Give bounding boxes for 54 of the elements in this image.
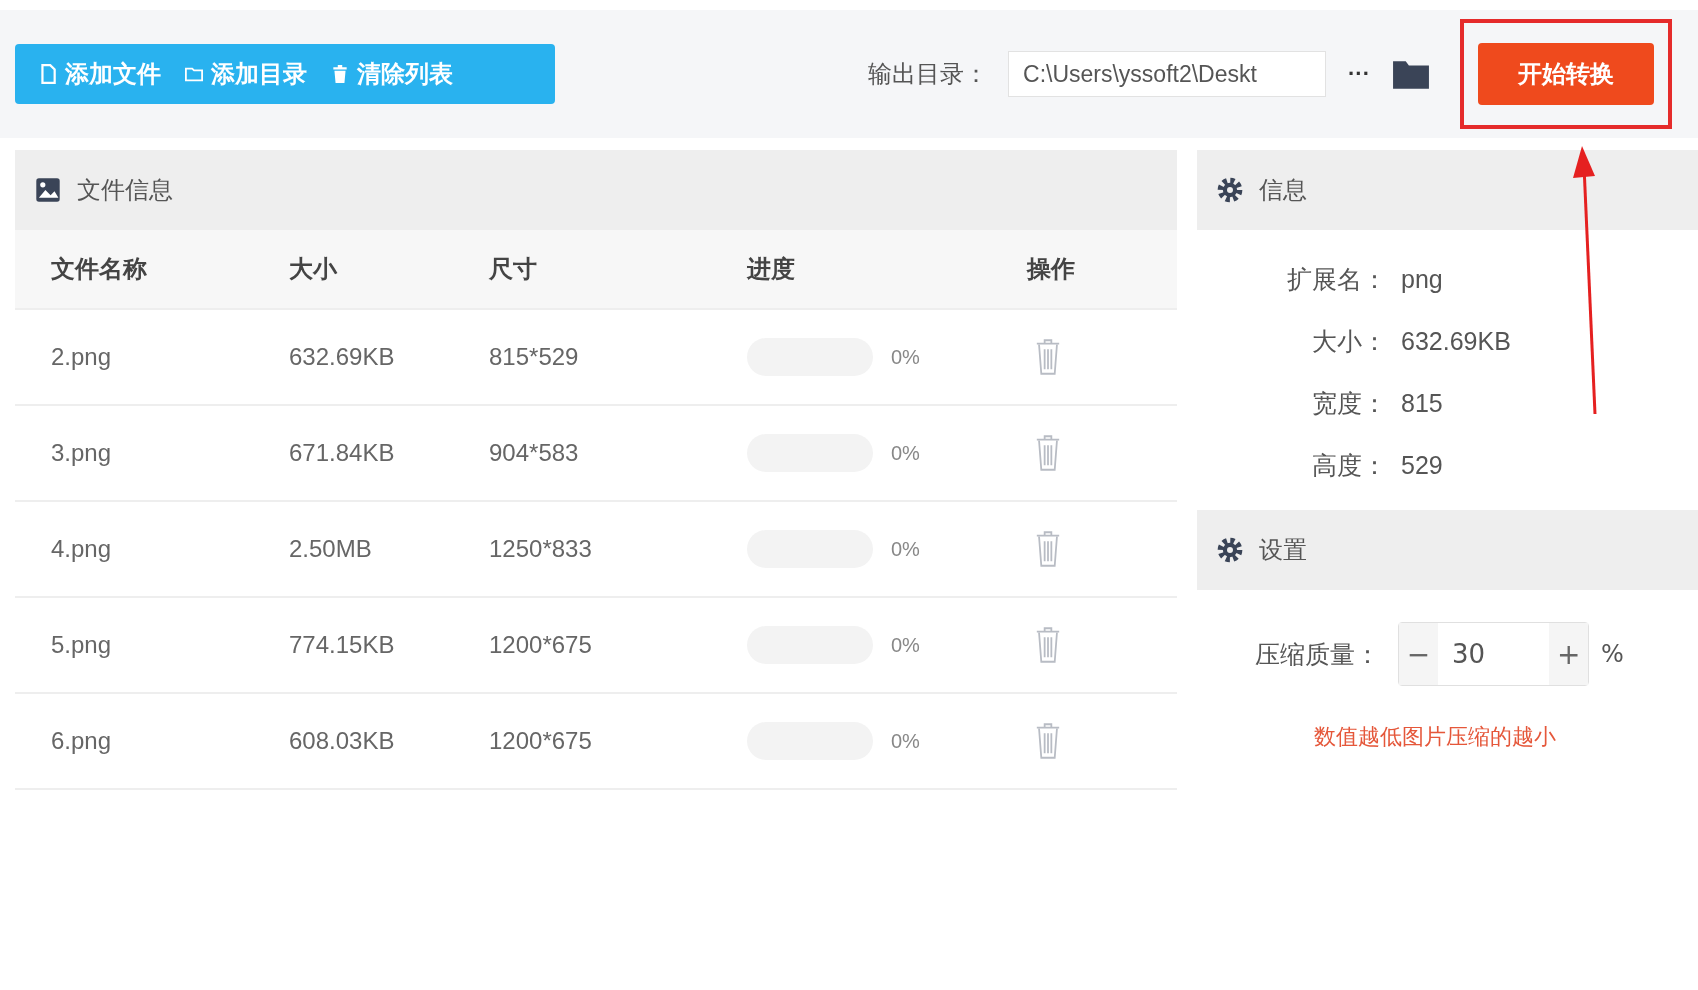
gear-icon [1217,537,1243,563]
hint-text: 数值越低图片压缩的越小 [1314,723,1557,751]
field-value: 815 [1401,388,1443,418]
table-cell-text: 774.15KB [289,631,396,659]
column-header: 文件名称 [51,254,148,285]
table-cell-text: 4.png [51,535,113,563]
table-cell-text: 1200*675 [489,631,593,659]
output-path-field[interactable]: C:\Users\yssoft2\Deskt [1008,51,1326,97]
column-header: 操作 [1027,254,1076,285]
image-icon [35,177,61,203]
panel-title: 文件信息 [77,175,173,206]
trash-icon [331,64,349,84]
table-cell-text: 2.50MB [289,535,373,563]
trash-icon[interactable] [1035,434,1061,472]
field-label: 大小： [1311,325,1387,358]
trash-icon[interactable] [1035,530,1061,568]
panel-title: 信息 [1259,175,1307,206]
table-cell-text: 1200*675 [489,727,593,755]
field-value: 529 [1401,450,1443,480]
table-cell-text: 632.69KB [289,343,396,371]
field-label: 扩展名： [1286,263,1387,296]
field-value: png [1401,264,1443,294]
field-label: 高度： [1311,449,1387,482]
output-label: 输出目录： [868,59,988,90]
unit-label: % [1601,640,1624,668]
table-cell-text: 3.png [51,439,113,467]
table-cell-text: 815*529 [489,343,580,371]
progress-text: 0% [891,729,920,753]
progress-text: 0% [891,345,920,369]
quality-label: 压缩质量： [1255,638,1380,671]
gear-icon [1217,177,1243,203]
progress-text: 0% [891,441,920,465]
trash-icon[interactable] [1035,722,1061,760]
column-header: 尺寸 [489,254,538,285]
more-button[interactable]: ··· [1342,60,1376,88]
start-button[interactable]: 开始转换 [1478,43,1654,105]
folder-icon[interactable] [1392,58,1430,90]
field-label: 宽度： [1311,387,1387,420]
progress-text: 0% [891,633,920,657]
column-header: 大小 [289,254,338,285]
table-cell-text: 6.png [51,727,113,755]
table-cell-text: 5.png [51,631,113,659]
table-cell-text: 1250*833 [489,535,593,563]
trash-icon[interactable] [1035,626,1061,664]
table-cell-text: 2.png [51,343,113,371]
panel-title: 设置 [1259,535,1307,566]
table-cell-text: 671.84KB [289,439,396,467]
field-value: 632.69KB [1401,326,1511,356]
table-cell-text: 608.03KB [289,727,396,755]
progress-text: 0% [891,537,920,561]
table-cell-text: 904*583 [489,439,580,467]
file-icon [39,64,57,84]
column-header: 进度 [747,254,796,285]
trash-icon[interactable] [1035,338,1061,376]
